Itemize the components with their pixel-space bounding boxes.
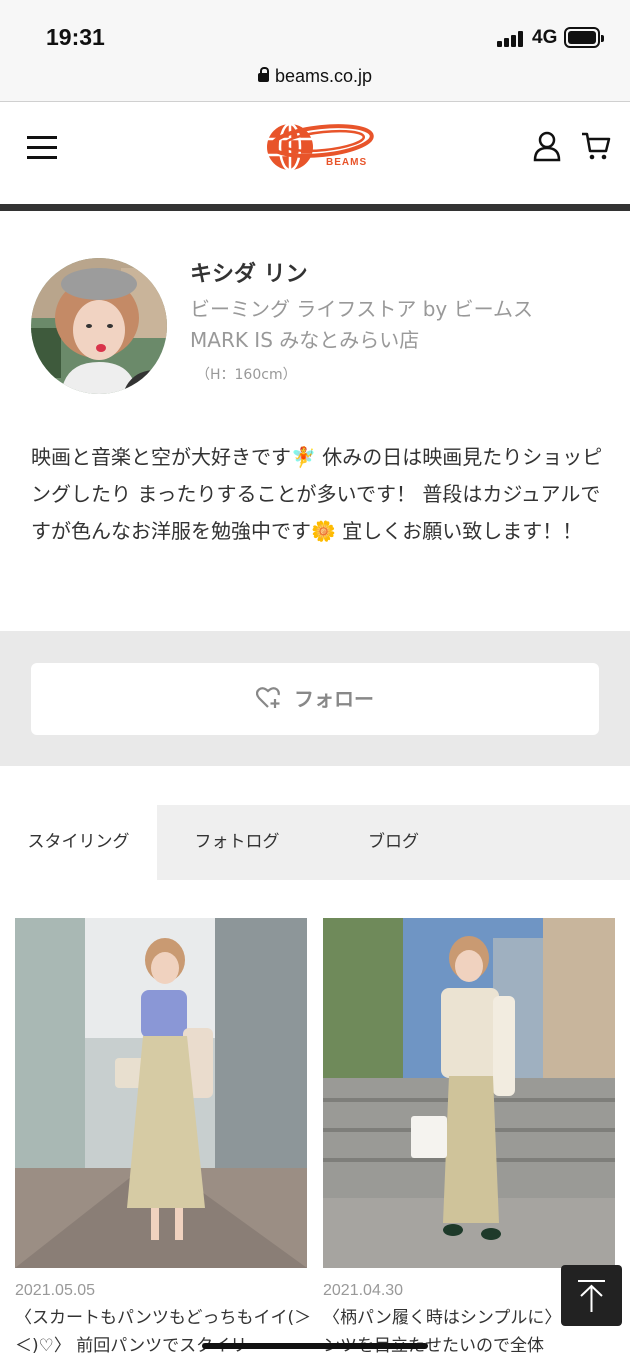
arrow-up-icon bbox=[578, 1280, 605, 1312]
network-type: 4G bbox=[532, 27, 558, 48]
staff-profile: キシダ リン ビーミング ライフストア by ビームス MARK IS みなとみ… bbox=[0, 211, 630, 631]
follow-button[interactable]: フォロー bbox=[31, 663, 599, 735]
address-bar[interactable]: beams.co.jp bbox=[0, 66, 630, 87]
staff-bio: 映画と音楽と空が大好きです🧚 休みの日は映画見たりショッピングしたり まったりす… bbox=[31, 445, 603, 543]
content-tabs: スタイリング フォトログ ブログ bbox=[0, 805, 630, 880]
staff-height: （H：160cm） bbox=[196, 367, 297, 383]
store-name[interactable]: ビーミング ライフストア by ビームス MARK IS みなとみらい店 bbox=[190, 294, 590, 356]
post-date: 2021.05.05 bbox=[15, 1282, 96, 1299]
signal-icon bbox=[497, 31, 525, 47]
cart-icon[interactable] bbox=[581, 130, 611, 162]
heart-plus-icon bbox=[256, 686, 280, 708]
staff-name: キシダ リン bbox=[190, 262, 308, 287]
follow-area: フォロー bbox=[0, 631, 630, 766]
post-caption: 〈スカートもパンツもどっちもイイ(＞＜)♡〉 前回パンツでスタイリ bbox=[15, 1308, 312, 1356]
status-time: 19:31 bbox=[46, 24, 105, 50]
post-date: 2021.04.30 bbox=[323, 1282, 404, 1299]
lock-icon bbox=[257, 67, 269, 82]
battery-icon bbox=[564, 27, 604, 48]
url-text: beams.co.jp bbox=[274, 66, 373, 86]
tab-styling[interactable]: スタイリング bbox=[0, 805, 157, 880]
home-indicator bbox=[202, 1343, 428, 1349]
styling-photo[interactable] bbox=[323, 918, 615, 1268]
header-divider bbox=[0, 204, 630, 211]
site-header: BEAMS bbox=[0, 103, 630, 204]
user-icon[interactable] bbox=[533, 130, 561, 162]
status-bar: 19:31 4G beams.co.jp bbox=[0, 0, 630, 102]
follow-label: フォロー bbox=[294, 687, 374, 711]
hamburger-menu-icon[interactable] bbox=[27, 136, 57, 160]
styling-card[interactable]: 2021.04.30 〈柄パン履く時はシンプルに〉 柄のパンツを目立たせたいので… bbox=[323, 918, 618, 1356]
back-to-top-button[interactable] bbox=[561, 1265, 622, 1326]
tab-photolog[interactable]: フォトログ bbox=[157, 805, 317, 880]
avatar bbox=[31, 258, 167, 394]
styling-photo[interactable] bbox=[15, 918, 307, 1268]
tab-blog[interactable]: ブログ bbox=[317, 805, 470, 880]
logo-text: BEAMS bbox=[326, 157, 368, 168]
styling-card[interactable]: 2021.05.05 〈スカートもパンツもどっちもイイ(＞＜)♡〉 前回パンツで… bbox=[15, 918, 311, 1356]
